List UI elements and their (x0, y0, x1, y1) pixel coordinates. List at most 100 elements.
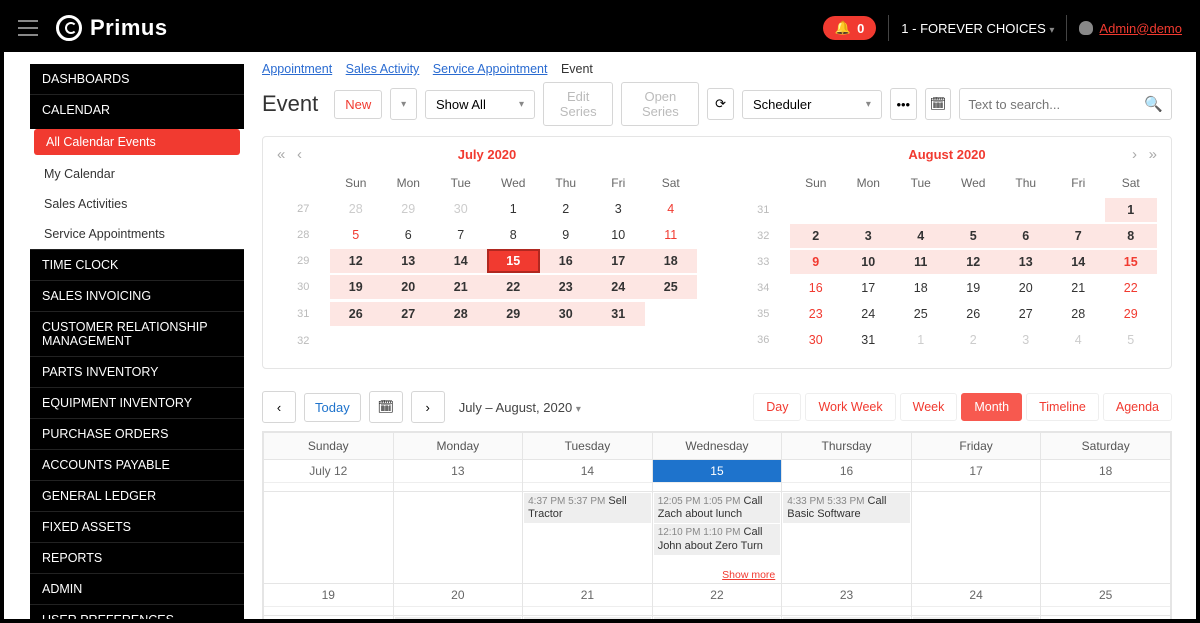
sidebar-item[interactable]: Service Appointments (30, 219, 244, 249)
cal-day[interactable]: 29 (487, 300, 540, 327)
sched-date-cell[interactable]: 24 (911, 584, 1041, 616)
cal-day[interactable]: 28 (435, 300, 488, 327)
event[interactable]: 4:37 PM 5:37 PMSell Tractor (524, 493, 651, 523)
cal-day[interactable]: 30 (790, 327, 843, 353)
cal-day[interactable]: 23 (540, 274, 593, 300)
event[interactable]: 12:13 PM 1:13 PMCall Chanse about BX2200 (395, 617, 522, 619)
cal-day[interactable]: 13 (382, 248, 435, 274)
next-month-icon[interactable]: › (1132, 146, 1137, 163)
event[interactable]: 1:00 PM 2:00 PMAppointment (783, 617, 910, 619)
sidebar-section[interactable]: TIME CLOCK (30, 249, 244, 280)
cal-day[interactable]: 31 (592, 300, 645, 327)
cal-day[interactable]: 17 (842, 275, 895, 301)
crumb-service-appointment[interactable]: Service Appointment (433, 62, 548, 76)
sidebar-item[interactable]: Sales Activities (30, 189, 244, 219)
sched-cell[interactable]: 12:15 PM 1:15 PMFix Rotors - Model A3341… (911, 616, 1041, 620)
cal-day[interactable]: 18 (645, 248, 698, 274)
sidebar-section[interactable]: EQUIPMENT INVENTORY (30, 387, 244, 418)
cal-day[interactable]: 14 (435, 248, 488, 274)
cal-day[interactable]: 9 (790, 249, 843, 275)
cal-day[interactable]: 10 (592, 222, 645, 248)
search-box[interactable]: 🔍 (959, 88, 1172, 120)
sched-date-cell[interactable]: 22 (652, 584, 782, 616)
search-icon[interactable]: 🔍 (1144, 95, 1163, 113)
event[interactable]: 12:05 PM 1:05 PMCall Zach about lunch (654, 493, 781, 523)
cal-day[interactable]: 24 (842, 301, 895, 327)
cal-day[interactable]: 29 (1105, 301, 1158, 327)
sched-date-cell[interactable]: 17 (911, 460, 1041, 492)
cal-day[interactable]: 26 (947, 301, 1000, 327)
cal-day[interactable]: 10 (842, 249, 895, 275)
crumb-sales-activity[interactable]: Sales Activity (346, 62, 420, 76)
sidebar-section[interactable]: PARTS INVENTORY (30, 356, 244, 387)
cal-day[interactable]: 4 (1052, 327, 1105, 353)
cal-day[interactable]: 30 (540, 300, 593, 327)
cal-day[interactable]: 1 (895, 327, 948, 353)
cal-day[interactable]: 8 (487, 222, 540, 248)
cal-day[interactable]: 16 (790, 275, 843, 301)
sched-cell[interactable] (264, 616, 394, 620)
sched-cell[interactable]: 4:33 PM 5:33 PMCall Basic Software (782, 492, 912, 584)
event[interactable]: 12:19 PM 1:19 PMChange Oil (524, 617, 651, 619)
more-button[interactable]: ••• (890, 88, 917, 120)
event[interactable]: 12:10 PM 1:10 PMCall John about Zero Tur… (654, 524, 781, 554)
event[interactable]: 12:24 PM 1:24 PMCall Joe about Lawn Mowe… (654, 617, 781, 619)
sched-cell[interactable]: 12:24 PM 1:24 PMCall Joe about Lawn Mowe… (652, 616, 782, 620)
sched-cell[interactable]: 12:19 PM 1:19 PMChange Oil (523, 616, 653, 620)
prev-month-icon[interactable]: ‹ (297, 146, 302, 163)
user-menu[interactable]: Admin@demo (1079, 21, 1182, 36)
sched-cell[interactable] (393, 492, 523, 584)
cal-day[interactable]: 23 (790, 301, 843, 327)
sched-date-cell[interactable]: 19 (264, 584, 394, 616)
cal-day[interactable]: 22 (1105, 275, 1158, 301)
date-range-label[interactable]: July – August, 2020 ▾ (459, 400, 581, 415)
sidebar-section[interactable]: PURCHASE ORDERS (30, 418, 244, 449)
view-week[interactable]: Week (900, 393, 958, 421)
cal-day[interactable]: 6 (1000, 223, 1053, 249)
cal-day[interactable]: 7 (435, 222, 488, 248)
sched-cell[interactable] (911, 492, 1041, 584)
sidebar-section[interactable]: REPORTS (30, 542, 244, 573)
cal-day[interactable]: 12 (330, 248, 383, 274)
view-scheduler[interactable]: Scheduler▾ (742, 90, 882, 119)
sched-next[interactable]: › (411, 391, 445, 423)
sidebar-section[interactable]: SALES INVOICING (30, 280, 244, 311)
cal-day[interactable]: 31 (842, 327, 895, 353)
hamburger-icon[interactable] (18, 20, 38, 36)
cal-day[interactable]: 27 (1000, 301, 1053, 327)
sidebar-section[interactable]: ACCOUNTS PAYABLE (30, 449, 244, 480)
sched-date-cell[interactable]: 23 (782, 584, 912, 616)
cal-day[interactable]: 20 (1000, 275, 1053, 301)
cal-day[interactable]: 2 (947, 327, 1000, 353)
cal-day[interactable]: 22 (487, 274, 540, 300)
notifications-badge[interactable]: 🔔 0 (823, 16, 876, 40)
view-work-week[interactable]: Work Week (805, 393, 895, 421)
event[interactable]: 12:15 PM 1:15 PMFix Rotors - Model A3341… (913, 617, 1040, 619)
view-agenda[interactable]: Agenda (1103, 393, 1172, 421)
sidebar-section[interactable]: FIXED ASSETS (30, 511, 244, 542)
sidebar-item[interactable]: All Calendar Events (34, 129, 240, 155)
cal-day[interactable]: 16 (540, 248, 593, 274)
sched-cell[interactable]: 4:37 PM 5:37 PMSell Tractor (523, 492, 653, 584)
sched-cell[interactable] (1041, 616, 1171, 620)
cal-day[interactable]: 14 (1052, 249, 1105, 275)
sched-date-cell[interactable]: 21 (523, 584, 653, 616)
view-timeline[interactable]: Timeline (1026, 393, 1099, 421)
sidebar-section[interactable]: CALENDAR (30, 94, 244, 125)
cal-day[interactable]: 11 (895, 249, 948, 275)
sched-date-cell[interactable]: 15 (652, 460, 782, 492)
view-day[interactable]: Day (753, 393, 801, 421)
calendar-button[interactable]: 🗓 (925, 88, 952, 120)
cal-day[interactable]: 3 (1000, 327, 1053, 353)
date-picker-button[interactable]: 🗓 (369, 391, 403, 423)
cal-day[interactable]: 17 (592, 248, 645, 274)
sched-date-cell[interactable]: 25 (1041, 584, 1171, 616)
sidebar-section[interactable]: CUSTOMER RELATIONSHIP MANAGEMENT (30, 311, 244, 356)
cal-day[interactable]: 4 (895, 223, 948, 249)
sidebar-section[interactable]: USER PREFERENCES (30, 604, 244, 623)
brand-logo[interactable]: Primus (56, 15, 168, 41)
cal-day[interactable]: 28 (1052, 301, 1105, 327)
sidebar-item[interactable]: My Calendar (30, 159, 244, 189)
cal-day[interactable]: 5 (947, 223, 1000, 249)
cal-day[interactable]: 15 (1105, 249, 1158, 275)
